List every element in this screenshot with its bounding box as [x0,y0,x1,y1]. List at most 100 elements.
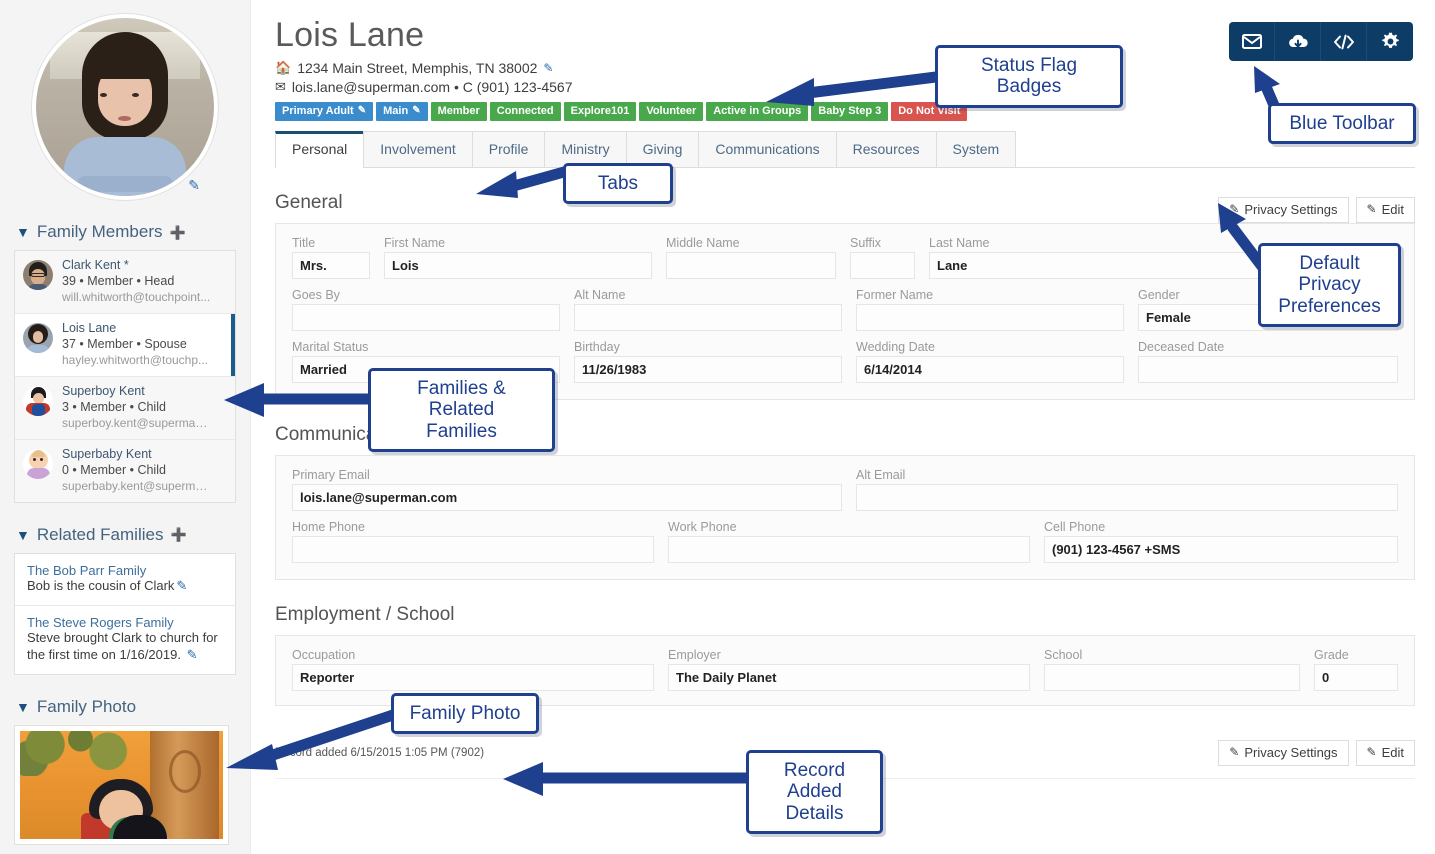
plus-circle-icon[interactable]: ➕ [169,226,185,239]
suffix-field[interactable] [850,251,915,279]
field-label: Home Phone [292,519,365,534]
goes-by-field[interactable] [292,303,560,331]
alt-name-field[interactable] [574,303,842,331]
status-badge[interactable]: Volunteer [639,101,704,121]
plus-circle-icon[interactable]: ➕ [170,528,186,541]
section-title-general: General [275,191,343,213]
edit-pencil-icon[interactable]: ✎ [176,578,187,593]
related-family-title[interactable]: The Bob Parr Family [27,563,225,578]
email-button[interactable] [1229,22,1275,61]
privacy-settings-button[interactable]: ✎ Privacy Settings [1218,739,1349,766]
field-label: Employer [668,647,721,662]
status-badge[interactable]: Connected [489,101,561,121]
list-item[interactable]: Superbaby Kent 0 • Member • Child superb… [15,439,235,502]
wedding-date-field[interactable]: 6/14/2014 [856,355,1124,383]
tab-giving[interactable]: Giving [625,130,700,167]
field-label: Birthday [574,339,620,354]
tab-resources[interactable]: Resources [835,130,937,167]
tab-communications[interactable]: Communications [698,130,837,167]
avatar-image [36,18,214,196]
field-label: Cell Phone [1044,519,1106,534]
privacy-settings-label: Privacy Settings [1244,744,1338,760]
annotation-arrow-family-photo [222,700,402,775]
code-icon [1333,34,1354,49]
related-family-desc: Bob is the cousin of Clark [27,577,175,593]
badge-label: Explore101 [570,104,630,117]
family-photo-image[interactable] [14,724,229,845]
list-item[interactable]: The Bob Parr Family Bob is the cousin of… [15,553,235,606]
field-label: Alt Name [574,287,626,302]
employer-field[interactable]: The Daily Planet [668,663,1030,691]
family-photo-header[interactable]: ▼ Family Photo [16,697,236,717]
home-phone-field[interactable] [292,535,654,563]
annotation-tabs: Tabs [563,163,673,205]
deceased-date-field[interactable] [1138,355,1398,383]
avatar [23,385,53,416]
member-email: superbaby.kent@superma... [62,478,212,493]
member-email: hayley.whitworth@touchp... [62,352,209,367]
status-badge[interactable]: Main ✎ [376,101,428,121]
middle-name-field[interactable] [666,251,836,279]
family-members-header[interactable]: ▼ Family Members ➕ [16,222,236,242]
chevron-circle-down-icon[interactable]: ▼ [16,700,30,714]
status-badge[interactable]: Explore101 [563,101,637,121]
alt-email-field[interactable] [856,483,1398,511]
chevron-circle-down-icon[interactable]: ▼ [16,528,30,542]
chevron-circle-down-icon[interactable]: ▼ [16,225,30,239]
annotation-family-photo: Family Photo [391,693,539,735]
related-families-title: Related Families [36,524,164,544]
profile-photo[interactable]: ✎ [32,14,218,200]
pencil-icon: ✎ [1366,202,1377,217]
avatar [23,322,53,353]
cloud-download-icon [1288,34,1308,48]
first-name-field[interactable]: Lois [384,251,652,279]
status-badge[interactable]: Primary Adult ✎ [275,101,374,121]
download-button[interactable] [1275,22,1321,61]
family-photo-title: Family Photo [36,696,137,716]
related-families-list: The Bob Parr Family Bob is the cousin of… [14,552,236,675]
list-item[interactable]: Superboy Kent 3 • Member • Child superbo… [15,376,235,440]
list-item[interactable]: Lois Lane 37 • Member • Spouse hayley.wh… [15,313,235,377]
edit-label: Edit [1381,201,1404,217]
edit-pencil-icon[interactable]: ✎ [358,105,366,116]
edit-pencil-icon[interactable]: ✎ [187,647,198,662]
edit-button[interactable]: ✎ Edit [1355,196,1415,223]
field-label: First Name [384,235,446,250]
edit-pencil-icon[interactable]: ✎ [412,105,420,116]
related-families-header[interactable]: ▼ Related Families ➕ [16,525,236,545]
work-phone-field[interactable] [668,535,1030,563]
title-field[interactable]: Mrs. [292,251,370,279]
primary-email-field[interactable]: lois.lane@superman.com [292,483,842,511]
former-name-field[interactable] [856,303,1124,331]
list-item[interactable]: The Steve Rogers Family Steve brought Cl… [15,605,235,674]
member-meta: 3 • Member • Child [62,399,166,414]
related-family-title[interactable]: The Steve Rogers Family [27,615,225,630]
list-item[interactable]: Clark Kent * 39 • Member • Head will.whi… [15,251,235,314]
member-meta: 37 • Member • Spouse [62,336,187,351]
field-label: Wedding Date [856,339,935,354]
blue-toolbar [1229,22,1413,61]
status-badge[interactable]: Member [430,101,487,121]
settings-button[interactable] [1367,22,1413,61]
member-name: Clark Kent * [62,258,129,272]
field-label: School [1044,647,1083,662]
edit-button[interactable]: ✎ Edit [1355,739,1415,766]
code-button[interactable] [1321,22,1367,61]
edit-photo-pencil-icon[interactable]: ✎ [188,177,200,194]
tab-system[interactable]: System [935,130,1017,167]
annotation-arrow-record-added [495,760,757,800]
avatar [32,14,218,200]
tab-personal[interactable]: Personal [275,130,365,168]
cell-phone-field[interactable]: (901) 123-4567 +SMS [1044,535,1398,563]
tab-bar: Personal Involvement Profile Ministry Gi… [275,130,1415,168]
edit-address-pencil-icon[interactable]: ✎ [543,61,553,75]
grade-field[interactable]: 0 [1314,663,1398,691]
school-field[interactable] [1044,663,1300,691]
field-label: Title [292,235,316,250]
sidebar: ✎ ▼ Family Members ➕ Clark Kent * 39 • M… [0,0,250,854]
occupation-field[interactable]: Reporter [292,663,654,691]
tab-involvement[interactable]: Involvement [363,130,473,167]
avatar [23,448,53,479]
member-meta: 0 • Member • Child [62,462,166,477]
birthday-field[interactable]: 11/26/1983 [574,355,842,383]
